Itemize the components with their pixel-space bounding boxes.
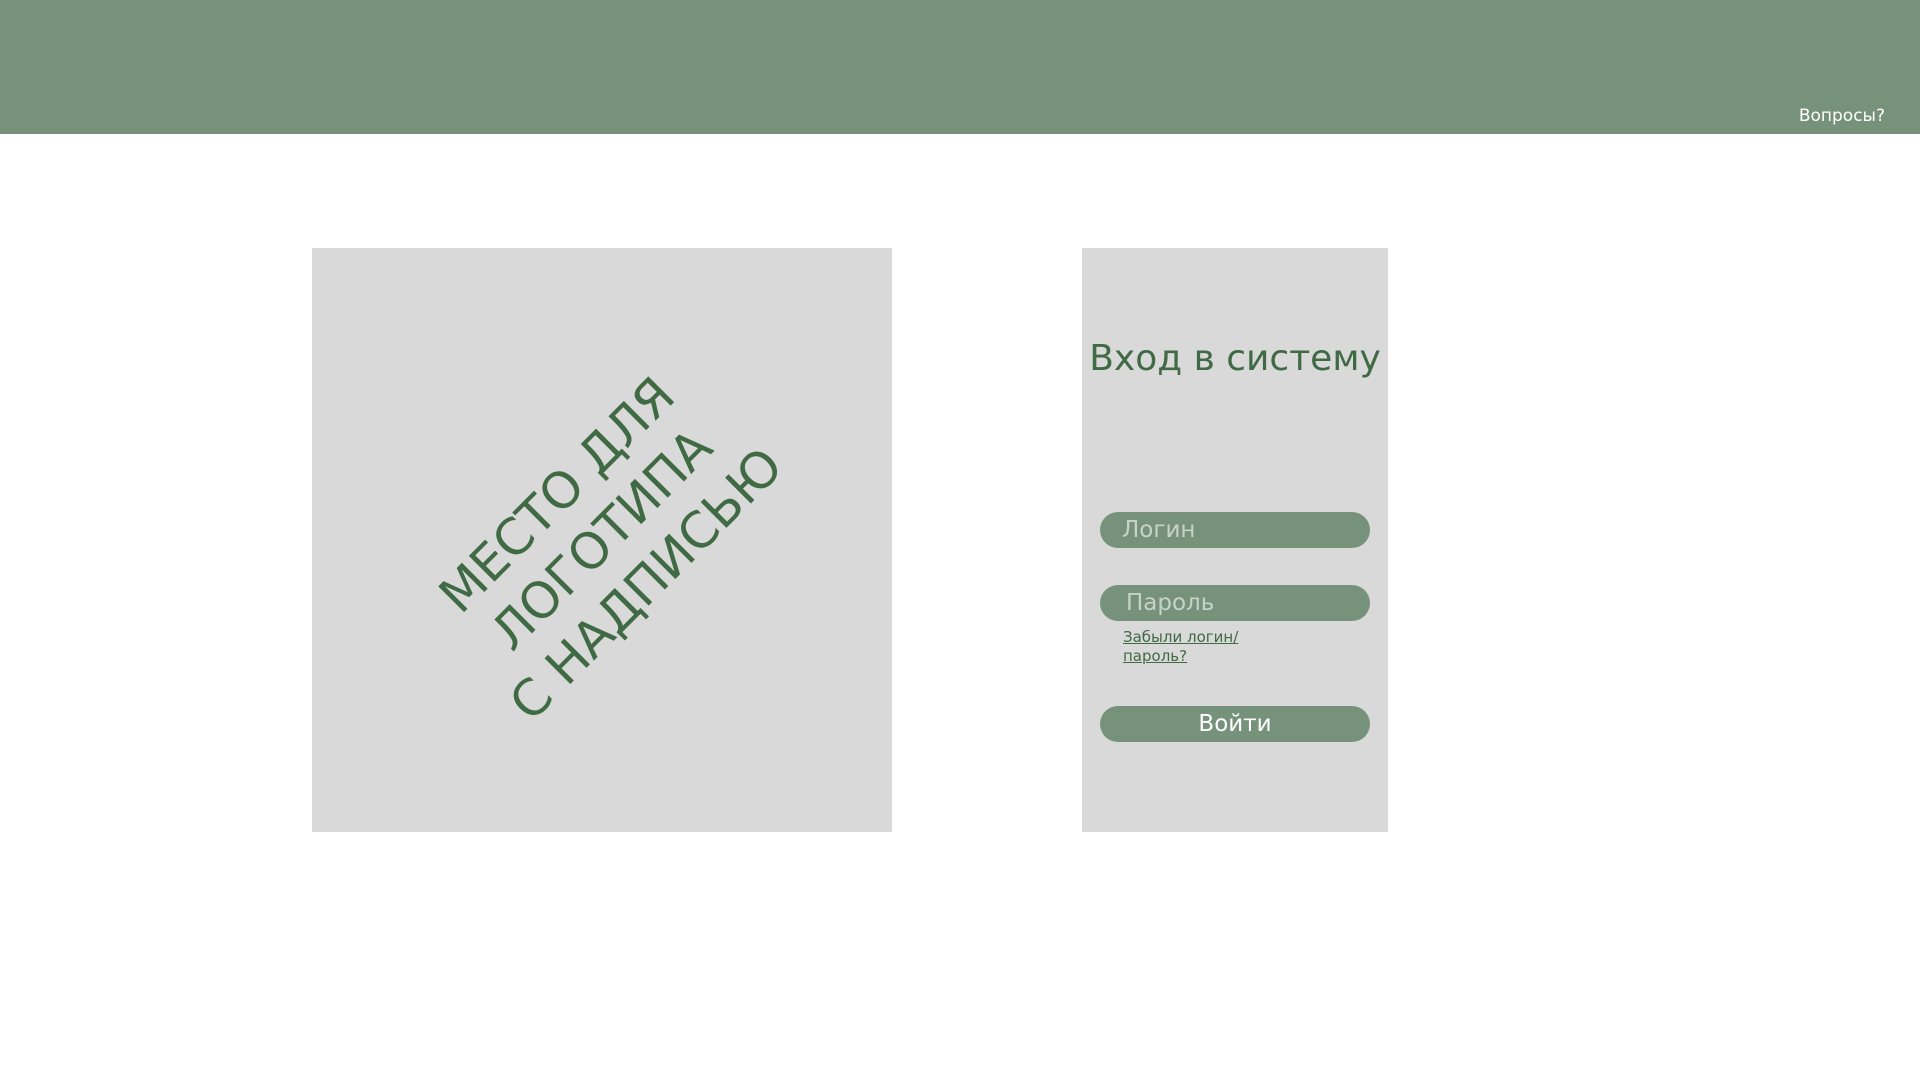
login-submit-button[interactable]: Войти <box>1100 706 1370 742</box>
password-input[interactable] <box>1100 585 1370 621</box>
login-title: Вход в систему <box>1089 338 1381 379</box>
forgot-credentials-link[interactable]: Забыли логин/ пароль? <box>1123 628 1273 666</box>
help-link[interactable]: Вопросы? <box>1799 106 1885 126</box>
top-header: Вопросы? <box>0 0 1920 134</box>
forgot-link-line-1: Забыли логин/ <box>1123 628 1239 646</box>
forgot-link-line-2: пароль? <box>1123 647 1188 665</box>
logo-placeholder-panel: МЕСТО ДЛЯ ЛОГОТИПА С НАДПИСЬЮ <box>312 248 892 832</box>
login-input[interactable] <box>1100 512 1370 548</box>
login-panel: Вход в систему Забыли логин/ пароль? Вой… <box>1082 248 1388 832</box>
logo-placeholder-text: МЕСТО ДЛЯ ЛОГОТИПА С НАДПИСЬЮ <box>408 346 796 734</box>
